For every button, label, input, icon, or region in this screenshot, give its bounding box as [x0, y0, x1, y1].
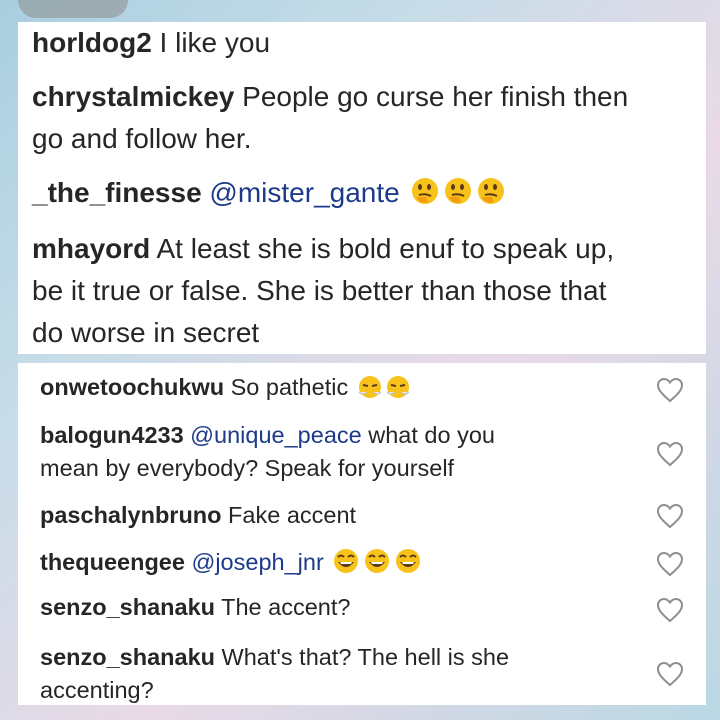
comment-username[interactable]: balogun4233: [40, 422, 184, 448]
comment-text: accenting?: [40, 677, 154, 703]
comment: senzo_shanaku What's that? The hell is s…: [40, 641, 636, 707]
heart-outline-icon[interactable]: [656, 597, 684, 623]
comment-text: do worse in secret: [32, 317, 260, 348]
comment-username[interactable]: mhayord: [32, 233, 150, 264]
comment: paschalynbruno Fake accent: [40, 499, 636, 532]
mention-link[interactable]: @unique_peace: [184, 422, 362, 448]
comment: onwetoochukwu So pathetic: [40, 371, 636, 404]
comment-text: I like you: [151, 27, 271, 58]
face-with-steam-emoji: [355, 374, 413, 400]
comment-username[interactable]: thequeengee: [40, 549, 185, 575]
comment-username[interactable]: _the_finesse: [32, 177, 202, 208]
comment: thequeengee @joseph_jnr: [40, 546, 636, 579]
comment-username[interactable]: chrystalmickey: [32, 81, 234, 112]
heart-outline-icon[interactable]: [656, 441, 684, 467]
comment: balogun4233 @unique_peace what do you me…: [40, 419, 636, 485]
comment-text: What's that? The hell is she: [215, 644, 510, 670]
comment-text: People go curse her finish then: [234, 81, 629, 112]
comment-username[interactable]: paschalynbruno: [40, 502, 222, 528]
comment-username[interactable]: onwetoochukwu: [40, 374, 224, 400]
comment: _the_finesse @mister_gante: [32, 172, 696, 214]
heart-outline-icon[interactable]: [656, 377, 684, 403]
comment-username[interactable]: horldog2: [32, 27, 152, 58]
heart-outline-icon[interactable]: [656, 551, 684, 577]
heart-outline-icon[interactable]: [656, 503, 684, 529]
comment-text: The accent?: [215, 594, 351, 620]
comments-panel-bottom: onwetoochukwu So pathetic balogun4233 @u…: [18, 363, 706, 705]
comment-text: go and follow her.: [32, 123, 252, 154]
comment: senzo_shanaku The accent?: [40, 591, 636, 624]
comment-text: So pathetic: [224, 374, 349, 400]
heart-outline-icon[interactable]: [656, 661, 684, 687]
comment-text: be it true or false. She is better than …: [32, 275, 607, 306]
comment-text: Fake accent: [221, 502, 357, 528]
comment: horldog2 I like you: [32, 22, 696, 64]
comment: chrystalmickey People go curse her finis…: [32, 76, 696, 160]
decorative-shape: [18, 0, 128, 18]
comment: mhayord At least she is bold enuf to spe…: [32, 228, 696, 354]
thinking-face-emoji: [408, 177, 510, 208]
comment-username[interactable]: senzo_shanaku: [40, 594, 215, 620]
comment-text: At least she is bold enuf to speak up,: [150, 233, 615, 264]
mention-link[interactable]: @mister_gante: [202, 177, 399, 208]
grinning-squinting-face-emoji: [330, 549, 424, 575]
comment-username[interactable]: senzo_shanaku: [40, 644, 215, 670]
comment-text: what do you: [361, 422, 495, 448]
comments-panel-top: horldog2 I like you chrystalmickey Peopl…: [18, 22, 706, 354]
mention-link[interactable]: @joseph_jnr: [185, 549, 323, 575]
comment-text: mean by everybody? Speak for yourself: [40, 455, 455, 481]
